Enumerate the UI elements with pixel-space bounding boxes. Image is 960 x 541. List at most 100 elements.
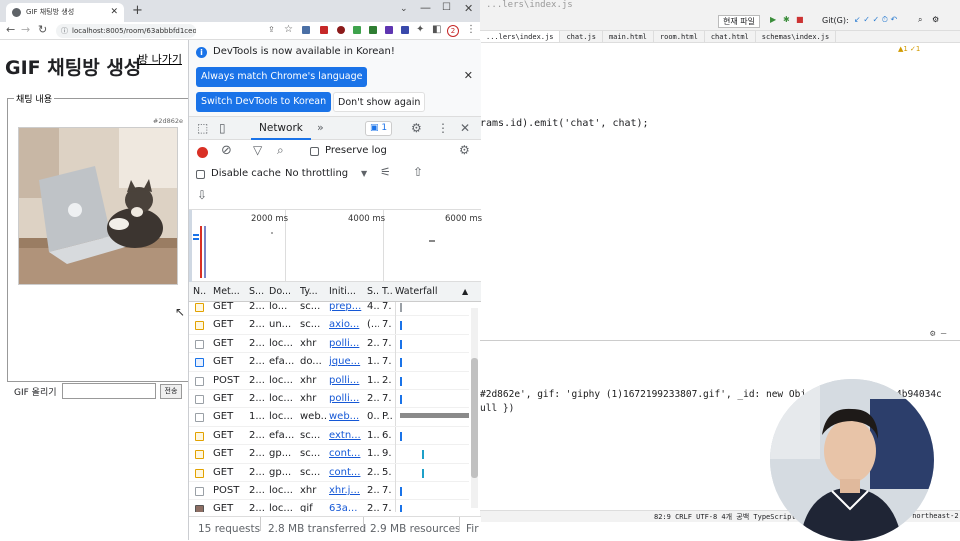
extension-icon[interactable] xyxy=(337,26,345,34)
table-row[interactable]: GET 2... lo... sc... prep... 4...7.. xyxy=(189,302,469,317)
cell-initiator[interactable]: polli... xyxy=(329,372,363,390)
debug-icon[interactable]: ✱ xyxy=(783,15,790,24)
settings-icon[interactable]: ⚙ xyxy=(932,15,939,24)
table-row[interactable]: GET 1... loc... web...web... 0...P.. xyxy=(189,408,469,427)
table-row[interactable]: GET2...loc...gif63a...2...7.. xyxy=(189,500,469,512)
table-row[interactable]: GET 2... gp... sc... cont... 1...9.. xyxy=(189,445,469,464)
record-icon[interactable] xyxy=(197,147,208,158)
filter-icon[interactable]: ▽ xyxy=(253,143,262,157)
extension-icon[interactable] xyxy=(401,26,409,34)
col-status[interactable]: S... xyxy=(249,282,265,302)
cell-initiator[interactable]: polli... xyxy=(329,390,363,408)
settings-gear-icon[interactable]: ⚙ xyxy=(411,121,422,135)
info-icon[interactable]: ⓘ xyxy=(61,24,68,38)
table-row[interactable]: GET 2... un... sc... axio... (...7.. xyxy=(189,316,469,335)
device-toggle-icon[interactable]: ▯ xyxy=(219,121,226,135)
network-settings-icon[interactable]: ⚙ xyxy=(459,143,470,157)
col-type[interactable]: Ty... xyxy=(300,282,326,302)
table-row[interactable]: GET2...loc...xhrpolli...2...7.. xyxy=(189,334,469,354)
table-row[interactable]: GET 2... efa... sc... extn... 1...6.. xyxy=(189,426,469,446)
puzzle-icon[interactable]: ✦ xyxy=(416,24,424,35)
editor-tab[interactable]: chat.html xyxy=(705,31,756,42)
reload-icon[interactable]: ↻ xyxy=(38,23,47,36)
editor-tab[interactable]: schemas\index.js xyxy=(756,31,837,42)
network-conditions-icon[interactable]: ⚟ xyxy=(380,165,391,179)
maximize-icon[interactable]: ☐ xyxy=(442,2,451,13)
cell-initiator[interactable]: 63a... xyxy=(329,500,363,512)
dont-show-again-button[interactable]: Don't show again xyxy=(333,92,426,112)
table-row[interactable]: GET2...loc...xhrpolli...2...7.. xyxy=(189,390,469,409)
menu-icon[interactable]: ⋮ xyxy=(466,24,476,35)
extension-icon[interactable] xyxy=(385,26,393,34)
extension-icon[interactable] xyxy=(369,26,377,34)
col-size[interactable]: S.. xyxy=(367,282,379,302)
disable-cache-checkbox[interactable] xyxy=(196,170,205,179)
stop-icon[interactable]: ■ xyxy=(796,15,804,24)
preserve-log-checkbox[interactable] xyxy=(310,147,319,156)
overview-selection[interactable] xyxy=(189,210,192,282)
search-icon[interactable]: ⌕ xyxy=(918,15,922,25)
col-name[interactable]: N.. xyxy=(193,282,207,302)
col-method[interactable]: Met... xyxy=(213,282,243,302)
more-tabs-icon[interactable]: » xyxy=(317,121,324,134)
kebab-menu-icon[interactable]: ⋮ xyxy=(437,121,449,135)
extension-icon[interactable] xyxy=(320,26,328,34)
url-bar[interactable]: ⓘ localhost:8005/room/63abbbfd1ced4b9403… xyxy=(56,24,196,38)
cell-initiator[interactable]: prep... xyxy=(329,302,363,316)
forward-icon[interactable]: → xyxy=(21,23,30,36)
cell-initiator[interactable]: polli... xyxy=(329,335,363,353)
close-devtools-icon[interactable]: ✕ xyxy=(460,121,470,135)
cell-initiator[interactable]: web... xyxy=(329,408,363,426)
cell-initiator[interactable]: xhr.j... xyxy=(329,482,363,500)
editor-tab[interactable]: room.html xyxy=(654,31,705,42)
cell-initiator[interactable]: cont... xyxy=(329,464,363,482)
editor-tab[interactable]: ...lers\index.js xyxy=(480,31,561,42)
col-initiator[interactable]: Initi... xyxy=(329,282,363,302)
run-config-select[interactable]: 현재 파일 xyxy=(718,15,760,28)
minimize-icon[interactable]: — xyxy=(420,1,431,14)
throttling-select[interactable]: No throttling xyxy=(285,168,348,179)
cell-initiator[interactable]: extn... xyxy=(329,427,363,445)
editor-tab[interactable]: chat.js xyxy=(560,31,603,42)
col-waterfall[interactable]: Waterfall xyxy=(395,282,455,302)
send-button[interactable]: 전송 xyxy=(160,384,182,399)
sort-up-icon[interactable]: ▲ xyxy=(462,282,472,302)
sidepanel-icon[interactable]: ◧ xyxy=(432,24,441,35)
scrollbar-thumb[interactable] xyxy=(471,358,478,478)
switch-korean-button[interactable]: Switch DevTools to Korean xyxy=(196,92,332,112)
leave-room-link[interactable]: 방 나가기 xyxy=(138,51,182,67)
extension-icon[interactable] xyxy=(302,26,310,34)
tab-search-icon[interactable]: ⌄ xyxy=(400,4,408,14)
network-overview[interactable]: 2000 ms 4000 ms 6000 ms xyxy=(189,210,482,282)
import-har-icon[interactable]: ⇧ xyxy=(413,165,423,179)
new-tab-icon[interactable]: + xyxy=(132,3,143,18)
bookmark-star-icon[interactable]: ☆ xyxy=(284,24,293,35)
tab-network[interactable]: Network xyxy=(251,117,311,140)
extension-icon[interactable] xyxy=(353,26,361,34)
search-icon[interactable]: ⌕ xyxy=(277,143,284,158)
share-icon[interactable]: ⇪ xyxy=(268,25,275,34)
issues-badge[interactable]: ▣ 1 xyxy=(365,121,393,136)
cell-initiator[interactable]: jque... xyxy=(329,353,363,371)
terminal-settings-icon[interactable]: ⚙ — xyxy=(930,329,946,339)
table-row[interactable]: POST2...loc...xhrxhr.j...2...7.. xyxy=(189,482,469,501)
close-window-icon[interactable]: ✕ xyxy=(464,2,473,15)
close-notice-icon[interactable]: ✕ xyxy=(464,69,473,82)
editor-tab[interactable]: main.html xyxy=(603,31,654,42)
col-time[interactable]: T.. xyxy=(382,282,394,302)
cell-initiator[interactable]: axio... xyxy=(329,316,363,334)
code-editor[interactable]: rams.id).emit('chat', chat); xyxy=(480,43,960,333)
table-row[interactable]: GET 2... efa... do... jque... 1...7.. xyxy=(189,353,469,372)
clear-icon[interactable]: ⊘ xyxy=(221,143,232,158)
chevron-down-icon[interactable]: ▼ xyxy=(361,169,367,178)
export-har-icon[interactable]: ⇩ xyxy=(197,188,207,202)
request-list-scrollbar[interactable] xyxy=(471,308,478,508)
browser-tab[interactable]: GIF 채팅방 생성 ✕ xyxy=(6,3,124,22)
match-language-button[interactable]: Always match Chrome's language xyxy=(196,67,368,87)
git-actions-icon[interactable]: ↙ ✓ ✓ ⏱ ↶ xyxy=(854,15,897,25)
back-icon[interactable]: ← xyxy=(6,23,15,36)
close-tab-icon[interactable]: ✕ xyxy=(110,3,118,22)
cell-initiator[interactable]: cont... xyxy=(329,445,363,463)
gif-file-input[interactable] xyxy=(62,383,156,399)
table-row[interactable]: POST 2... loc... xhr polli... 1...2.. xyxy=(189,371,469,390)
